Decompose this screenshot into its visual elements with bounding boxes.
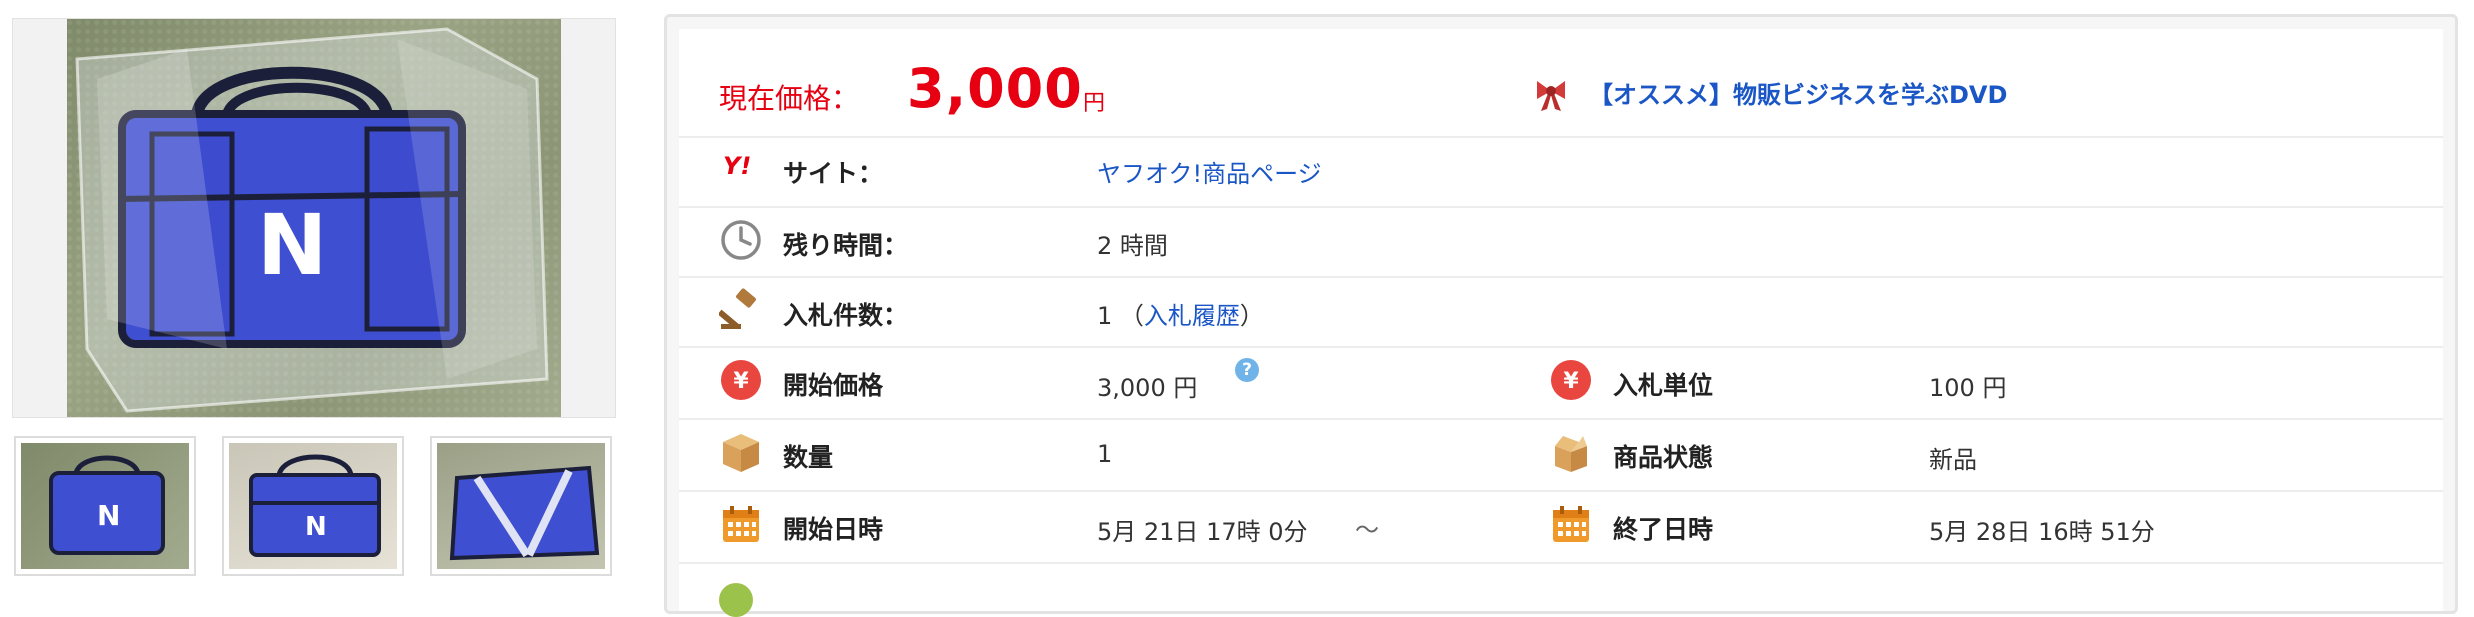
bid-count-number: 1 <box>1097 302 1113 330</box>
yahoo-auction-icon: Y! <box>723 152 752 180</box>
remaining-time-label: 残り時間： <box>783 231 909 260</box>
clock-icon <box>721 220 761 260</box>
quantity-value: 1 <box>1097 440 1113 468</box>
calendar-icon <box>723 506 759 542</box>
next-row-icon <box>719 583 753 617</box>
promo-dvd-link[interactable]: 【オススメ】物販ビジネスを学ぶDVD <box>1589 75 2007 110</box>
site-label: サイト： <box>783 159 884 188</box>
bid-count-value: 1 （入札履歴） <box>1097 296 1264 331</box>
start-price-label: 開始価格 <box>783 371 884 400</box>
current-price-value: 3,000 <box>907 57 1083 120</box>
thumbnail-3[interactable] <box>430 436 612 576</box>
bid-count-row: 入札件数： 1 （入札履歴） <box>679 276 2443 348</box>
dates-row: 開始日時 5月 21日 17時 0分 ～ 終了日時 5月 28日 16時 51分 <box>679 490 2443 564</box>
end-date-value: 5月 28日 16時 51分 <box>1929 518 2155 546</box>
current-price-label: 現在価格： <box>719 82 860 115</box>
open-box-icon <box>1555 436 1587 472</box>
date-separator: ～ <box>1355 516 1379 544</box>
site-link[interactable]: ヤフオク!商品ページ <box>1097 154 1322 189</box>
bid-history-close-paren: ） <box>1239 302 1264 330</box>
thumbnail-bag-back <box>449 465 600 561</box>
price-row: 現在価格： 3,000 円 【オススメ】物販ビジネスを学ぶDVD <box>679 29 2443 138</box>
quantity-row: 数量 1 商品状態 新品 <box>679 418 2443 492</box>
thumbnail-2[interactable]: N <box>222 436 404 576</box>
current-price-unit: 円 <box>1083 91 1106 116</box>
condition-value: 新品 <box>1929 446 1977 474</box>
gift-ribbon-icon <box>1537 81 1565 111</box>
start-date-label: 開始日時 <box>783 515 884 544</box>
bid-history-link[interactable]: 入札履歴 <box>1144 302 1240 330</box>
quantity-label: 数量 <box>783 443 834 472</box>
thumbnail-bag-front: N <box>49 455 165 555</box>
svg-text:N: N <box>257 196 327 294</box>
condition-label: 商品状態 <box>1613 443 1714 472</box>
calendar-icon <box>1553 506 1589 542</box>
svg-text:¥: ¥ <box>1563 369 1579 394</box>
svg-text:N: N <box>97 499 120 532</box>
auction-info-panel: 現在価格： 3,000 円 【オススメ】物販ビジネスを学ぶDVD Y! サイト：… <box>664 14 2458 617</box>
main-product-image[interactable]: N <box>12 18 616 418</box>
svg-text:¥: ¥ <box>733 369 749 394</box>
site-row: Y! サイト： ヤフオク!商品ページ <box>679 136 2443 208</box>
yen-icon: ¥ <box>721 360 761 400</box>
svg-text:N: N <box>305 512 327 542</box>
help-icon[interactable]: ? <box>1235 358 1259 382</box>
start-price-value: 3,000 円 <box>1097 374 1198 402</box>
product-bag-illustration: N <box>75 27 549 413</box>
thumbnail-1[interactable]: N <box>14 436 196 576</box>
bid-count-label: 入札件数： <box>783 301 909 330</box>
start-date-value: 5月 21日 17時 0分 <box>1097 518 1308 546</box>
remaining-time-row: 残り時間： 2 時間 <box>679 206 2443 278</box>
bid-history-open-paren: （ <box>1119 302 1144 330</box>
box-icon <box>723 434 759 472</box>
remaining-time-value: 2 時間 <box>1097 232 1168 260</box>
start-price-row: ¥ 開始価格 3,000 円 ? ¥ 入札単位 100 円 <box>679 346 2443 420</box>
gavel-icon <box>719 288 756 329</box>
bid-unit-value: 100 円 <box>1929 374 2007 402</box>
yen-icon: ¥ <box>1551 360 1591 400</box>
bid-unit-label: 入札単位 <box>1613 371 1714 400</box>
end-date-label: 終了日時 <box>1613 515 1714 544</box>
thumbnail-bag-side: N <box>249 454 381 557</box>
